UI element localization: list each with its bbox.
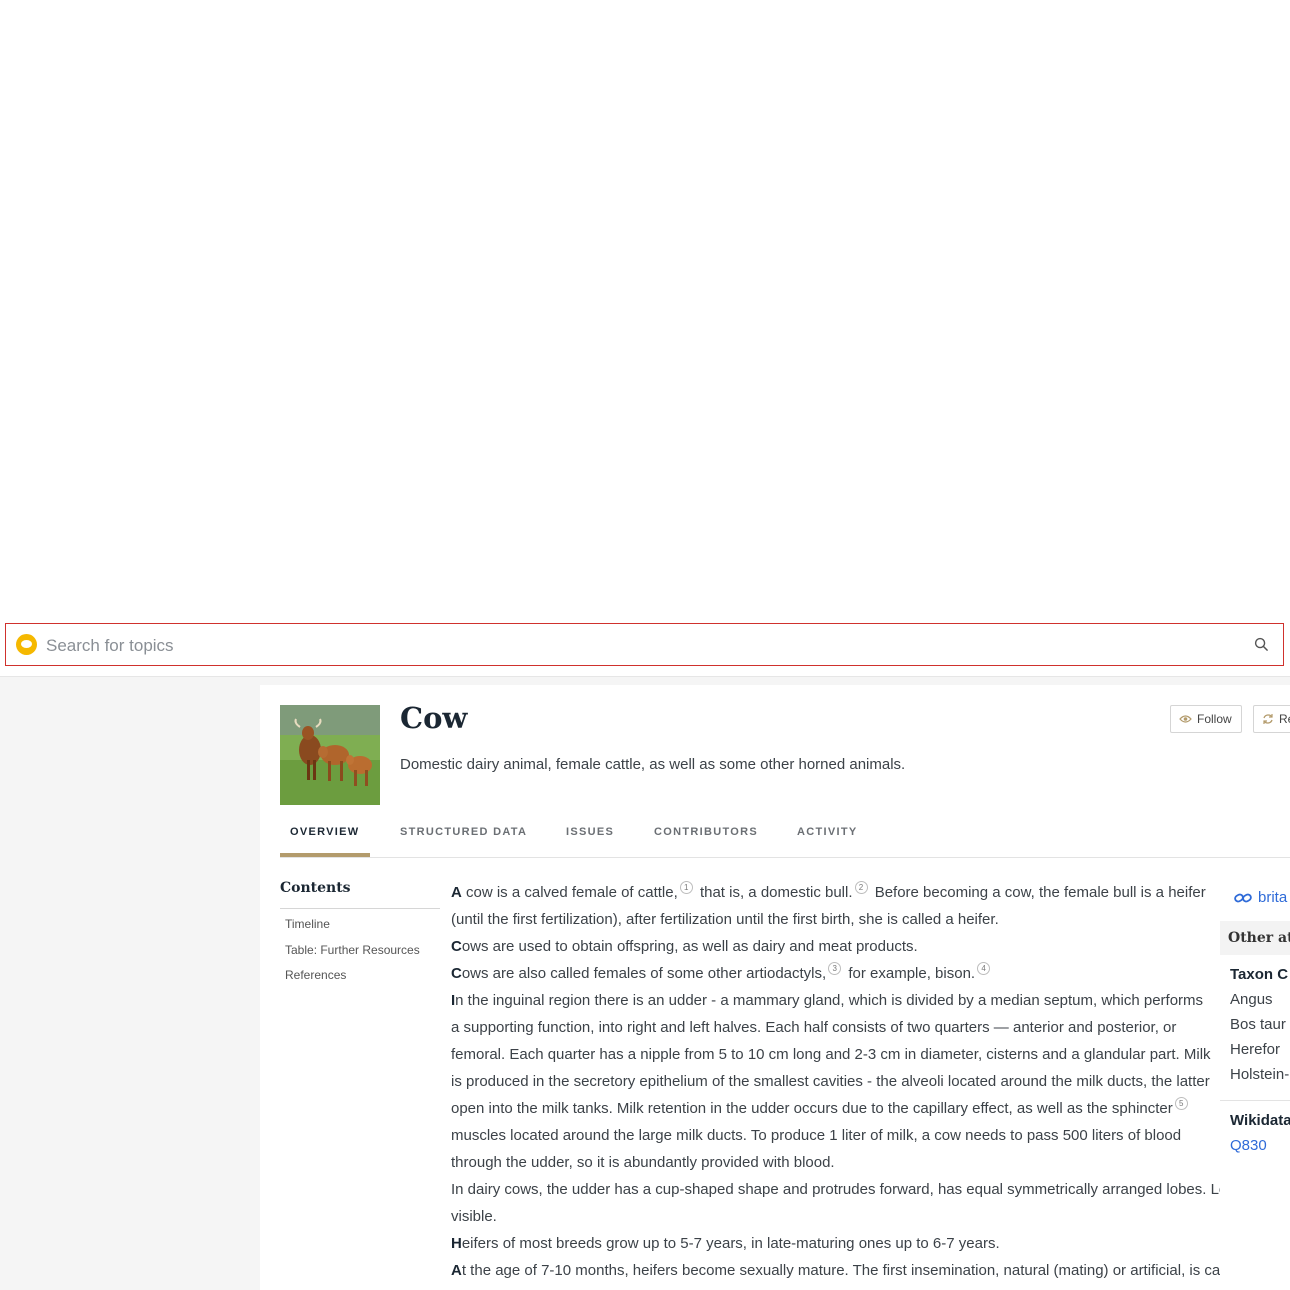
reference-marker[interactable]: 1 bbox=[679, 881, 693, 894]
article-body: A cow is a calved female of cattle, 1 tha… bbox=[451, 879, 1290, 1290]
topic-description: Domestic dairy animal, female cattle, as… bbox=[400, 756, 906, 773]
toc-item-references[interactable]: References bbox=[285, 968, 346, 982]
toc-item-timeline[interactable]: Timeline bbox=[285, 917, 330, 931]
search-bar bbox=[5, 623, 1284, 666]
toc-divider bbox=[280, 908, 440, 909]
tab-issues[interactable]: ISSUES bbox=[566, 826, 614, 838]
reference-marker[interactable]: 2 bbox=[854, 881, 868, 894]
tab-contributors[interactable]: CONTRIBUTORS bbox=[654, 826, 758, 838]
app-logo-icon[interactable] bbox=[16, 634, 37, 655]
external-link-label: brita bbox=[1258, 889, 1288, 906]
article-paragraph: A cow is a calved female of cattle, 1 tha… bbox=[451, 881, 1206, 928]
tab-structured-data[interactable]: STRUCTURED DATA bbox=[400, 826, 527, 838]
article-paragraph: In dairy cows, the udder has a cup-shape… bbox=[451, 1181, 1244, 1198]
refresh-button[interactable]: Re bbox=[1253, 705, 1290, 733]
search-input[interactable] bbox=[44, 632, 1228, 660]
active-tab-indicator bbox=[280, 853, 370, 857]
toc-title: Contents bbox=[280, 880, 351, 896]
side-panel-divider bbox=[1220, 1100, 1290, 1101]
other-attributes-header: Other att bbox=[1220, 921, 1290, 955]
left-gutter bbox=[0, 677, 260, 1290]
wikidata-heading: Wikidata bbox=[1230, 1112, 1290, 1129]
link-icon bbox=[1234, 893, 1252, 902]
taxon-item[interactable]: Bos taur bbox=[1230, 1016, 1286, 1033]
reference-marker[interactable]: 3 bbox=[828, 962, 842, 975]
content-top-gap bbox=[260, 677, 1290, 685]
side-panel: brita Other att Taxon C Angus Bos taur H… bbox=[1220, 879, 1290, 1290]
taxon-item[interactable]: Herefor bbox=[1230, 1041, 1280, 1058]
wikidata-link[interactable]: Q830 bbox=[1230, 1137, 1267, 1154]
article-paragraph: At the age of 7-10 months, heifers becom… bbox=[451, 1262, 1242, 1279]
article-paragraph-continued: visible. bbox=[451, 1208, 497, 1225]
toc-item-further-resources[interactable]: Table: Further Resources bbox=[285, 943, 420, 957]
taxon-item[interactable]: Angus bbox=[1230, 991, 1273, 1008]
reference-marker[interactable]: 4 bbox=[977, 962, 991, 975]
follow-button[interactable]: Follow bbox=[1170, 705, 1242, 733]
article-paragraph: Cows are also called females of some oth… bbox=[451, 960, 1211, 987]
page-title: Cow bbox=[400, 701, 468, 735]
article-paragraph: In the inguinal region there is an udder… bbox=[451, 992, 1211, 1171]
tab-activity[interactable]: ACTIVITY bbox=[797, 826, 858, 838]
article-paragraph: Cows are used to obtain offspring, as we… bbox=[451, 938, 918, 955]
refresh-icon bbox=[1263, 714, 1273, 724]
taxon-heading: Taxon C bbox=[1230, 966, 1289, 983]
tab-overview[interactable]: OVERVIEW bbox=[290, 826, 360, 838]
article-paragraph: Heifers of most breeds grow up to 5-7 ye… bbox=[451, 1235, 1000, 1252]
taxon-item[interactable]: Holstein- bbox=[1230, 1066, 1289, 1083]
other-attributes-title: Other att bbox=[1228, 930, 1290, 946]
reference-marker[interactable]: 5 bbox=[1174, 1097, 1188, 1110]
follow-label: Follow bbox=[1197, 712, 1232, 726]
external-link[interactable]: brita bbox=[1234, 889, 1287, 906]
tab-bar: OVERVIEW STRUCTURED DATA ISSUES CONTRIBU… bbox=[280, 818, 1290, 858]
eye-icon bbox=[1179, 715, 1192, 723]
search-icon[interactable] bbox=[1254, 637, 1269, 652]
topic-image bbox=[280, 705, 380, 805]
refresh-label: Re bbox=[1279, 712, 1290, 726]
